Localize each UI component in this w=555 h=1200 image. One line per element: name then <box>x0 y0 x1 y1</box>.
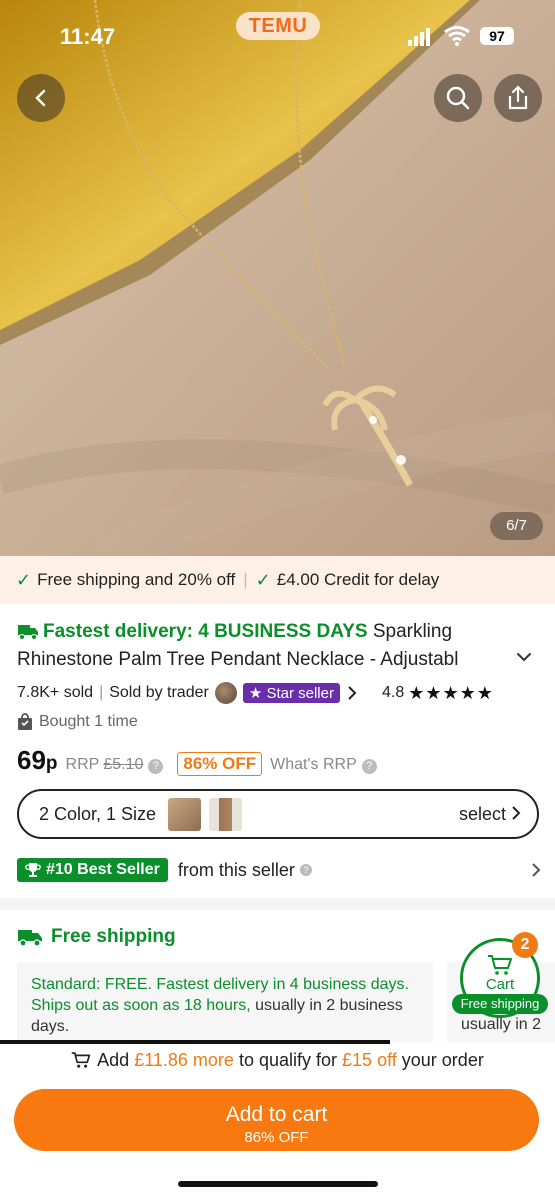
battery-indicator: 97 <box>480 27 514 45</box>
add-to-cart-discount: 86% OFF <box>244 1128 309 1146</box>
price-row: 69 p RRP £5.10 ? 86% OFF What's RRP ? <box>17 745 377 776</box>
star-seller-label: Star seller <box>266 685 334 702</box>
rrp-label: RRP <box>65 756 100 773</box>
shipping-header: Free shipping <box>17 926 176 948</box>
ships-out-label: Ships out as soon as 18 hours, <box>31 997 251 1014</box>
delivery-truck-icon <box>18 625 38 640</box>
star-seller-badge[interactable]: ★ Star seller <box>242 683 340 703</box>
price-value: 69 <box>17 745 46 775</box>
cart-icon <box>71 1052 91 1068</box>
select-text: select <box>458 803 506 824</box>
signal-icon <box>408 28 430 46</box>
search-button[interactable] <box>434 74 482 122</box>
help-icon[interactable]: ? <box>299 864 312 876</box>
variant-thumbnail-2[interactable] <box>209 797 243 831</box>
trophy-icon <box>25 863 41 877</box>
seller-avatar[interactable] <box>214 682 237 704</box>
qualify-amount: £11.86 more <box>134 1049 234 1070</box>
app-badge[interactable]: TEMU <box>236 12 320 40</box>
chevron-down-icon[interactable] <box>514 647 534 667</box>
qualify-pre: Add <box>97 1049 130 1070</box>
free-shipping-tag: Free shipping <box>452 994 548 1014</box>
meta-divider: | <box>99 684 104 701</box>
qualify-off: £15 off <box>342 1049 397 1070</box>
sold-by: Sold by trader <box>109 684 209 701</box>
bought-text: Bought 1 time <box>39 713 138 730</box>
back-button[interactable] <box>17 74 65 122</box>
variant-summary: 2 Color, 1 Size <box>39 803 157 824</box>
help-icon[interactable]: ? <box>148 759 164 774</box>
image-counter: 6/7 <box>490 512 543 540</box>
best-seller-from: from this seller <box>177 859 295 880</box>
cart-label: Cart <box>485 975 515 993</box>
add-to-cart-label: Add to cart <box>225 1102 328 1126</box>
promo-free-shipping: Free shipping and 20% off <box>37 570 236 589</box>
rating-stars[interactable]: ★★★★★ <box>408 683 494 704</box>
chevron-left-icon <box>35 89 46 107</box>
sold-count: 7.8K+ sold <box>17 684 94 701</box>
bought-indicator: Bought 1 time <box>17 713 138 731</box>
scroll-indicator <box>0 1040 390 1044</box>
home-indicator[interactable] <box>178 1181 378 1187</box>
best-seller-badge: #10 Best Seller <box>17 858 168 882</box>
shopping-bag-icon <box>18 713 32 730</box>
card2-text: usually in 2 <box>461 1016 542 1033</box>
variant-thumbnail-1[interactable] <box>168 797 202 831</box>
chevron-right-icon <box>532 863 541 877</box>
search-icon <box>446 86 470 110</box>
best-seller-label: #10 Best Seller <box>46 861 160 878</box>
clock: 11:47 <box>60 24 116 49</box>
rating-value: 4.8 <box>381 684 405 701</box>
whats-rrp-link[interactable]: What's RRP <box>270 756 357 774</box>
qualify-banner[interactable]: Add £11.86 more to qualify for £15 off y… <box>0 1046 555 1074</box>
variant-selector[interactable]: 2 Color, 1 Size select <box>17 789 539 839</box>
variant-select-label: select <box>459 804 521 825</box>
share-button[interactable] <box>494 74 542 122</box>
fastest-label: Fastest delivery in 4 business days. <box>156 976 409 993</box>
price-unit: p <box>45 753 58 774</box>
add-to-cart-button[interactable]: Add to cart 86% OFF <box>14 1089 539 1151</box>
title-text-part1: Sparkling <box>372 621 453 642</box>
promo-strip[interactable]: ✓ Free shipping and 20% off | ✓ £4.00 Cr… <box>0 556 555 604</box>
chevron-right-icon <box>348 686 357 700</box>
check-icon: ✓ <box>255 569 271 590</box>
cart-count-badge: 2 <box>512 932 538 958</box>
check-icon: ✓ <box>16 569 32 590</box>
qualify-post: your order <box>401 1049 484 1070</box>
title-text-line2: Rhinestone Palm Tree Pendant Necklace - … <box>17 649 459 670</box>
fastest-delivery-label: Fastest delivery: 4 BUSINESS DAYS <box>43 621 368 642</box>
cart-icon <box>488 954 512 975</box>
standard-label: Standard: FREE. <box>31 976 152 993</box>
shipping-option-card[interactable]: Standard: FREE. Fastest delivery in 4 bu… <box>17 962 433 1042</box>
seller-meta-row[interactable]: 7.8K+ sold | Sold by trader ★ Star selle… <box>17 681 542 705</box>
discount-badge: 86% OFF <box>177 752 263 776</box>
share-icon <box>508 85 528 110</box>
promo-credit: £4.00 Credit for delay <box>276 570 440 589</box>
promo-divider: | <box>243 570 248 589</box>
qualify-mid: to qualify for <box>238 1049 338 1070</box>
product-image[interactable]: 11:47 TEMU 97 6/7 <box>0 0 555 556</box>
chevron-right-icon <box>512 805 521 820</box>
rrp-value: £5.10 <box>103 756 144 773</box>
shipping-title: Free shipping <box>51 926 176 947</box>
help-icon[interactable]: ? <box>361 759 377 774</box>
best-seller-row[interactable]: #10 Best Seller from this seller ? <box>17 856 542 884</box>
product-title[interactable]: Fastest delivery: 4 BUSINESS DAYS Sparkl… <box>17 618 537 674</box>
section-divider <box>0 898 555 910</box>
status-bar: 11:47 TEMU 97 <box>0 0 555 70</box>
delivery-truck-icon <box>18 930 42 947</box>
wifi-icon <box>444 26 470 46</box>
